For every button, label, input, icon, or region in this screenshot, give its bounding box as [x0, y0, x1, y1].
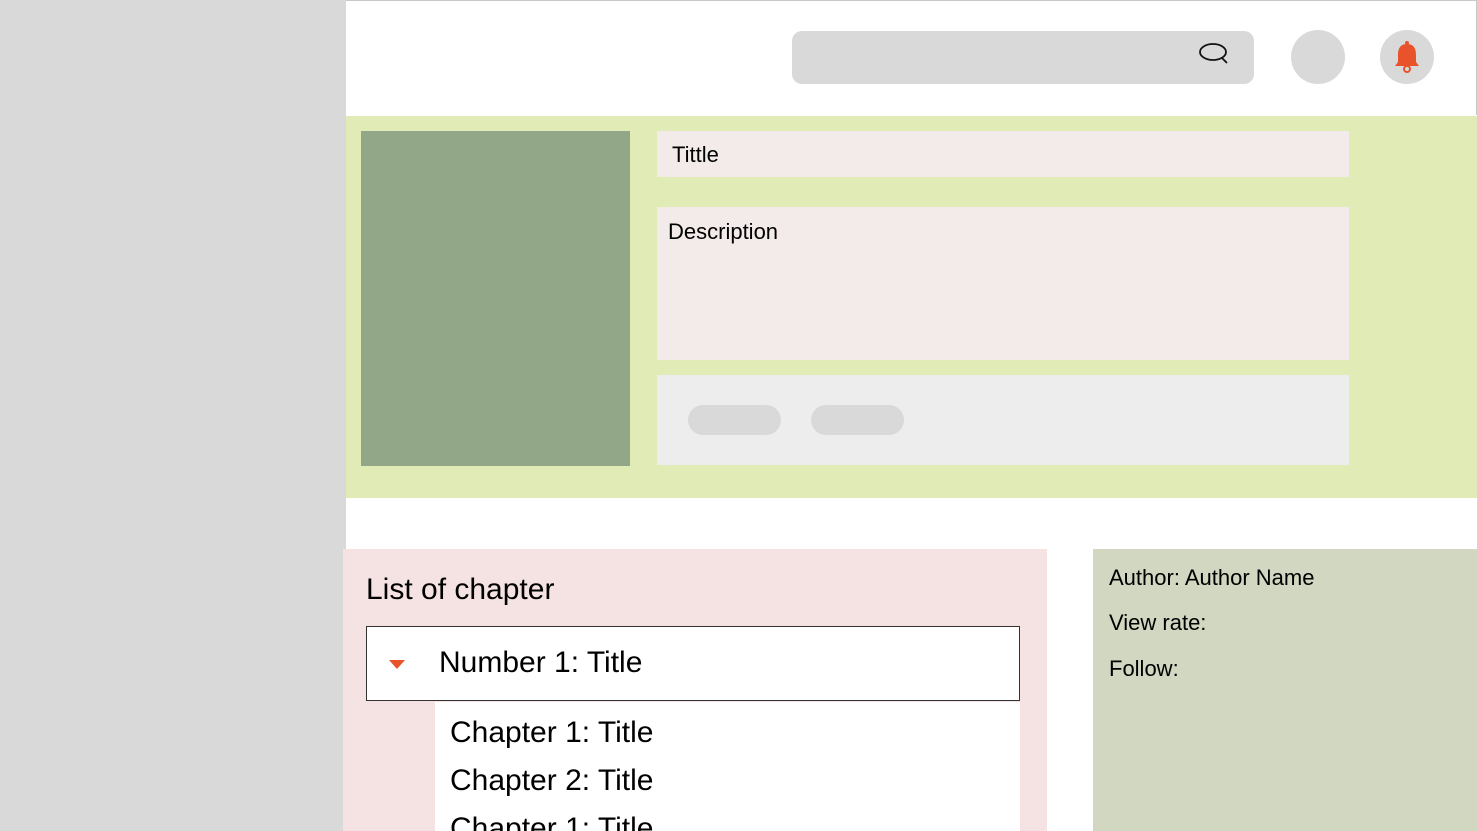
search-icon[interactable]: [1198, 42, 1230, 66]
story-description: Description: [668, 219, 779, 244]
chapter-item[interactable]: Chapter 2: Title: [450, 764, 653, 798]
chapter-list-panel: List of chapter Number 1: Title Chapter …: [343, 549, 1047, 831]
chapter-item[interactable]: Chapter 1: Title: [450, 716, 653, 750]
follow-label: Follow:: [1109, 656, 1179, 681]
chapter-list-heading: List of chapter: [366, 573, 555, 606]
title-field: Tittle: [657, 131, 1349, 177]
sidebar: [0, 0, 346, 831]
search-input[interactable]: [792, 31, 1254, 84]
action-button-1[interactable]: [688, 405, 781, 435]
cover-image: [361, 131, 630, 466]
volume-label: Number 1: Title: [439, 646, 643, 679]
story-info-panel: Author: Author Name View rate: Follow:: [1093, 549, 1477, 831]
caret-down-icon[interactable]: [389, 660, 405, 669]
notification-button[interactable]: [1380, 30, 1434, 84]
description-field: Description: [657, 207, 1349, 360]
view-rate-label: View rate:: [1109, 610, 1207, 635]
chapter-list: Chapter 1: Title Chapter 2: Title Chapte…: [435, 702, 1020, 831]
bell-icon: [1395, 41, 1419, 73]
chapter-item[interactable]: Chapter 1: Title: [450, 812, 653, 831]
volume-dropdown[interactable]: Number 1: Title: [366, 626, 1020, 701]
action-button-2[interactable]: [811, 405, 904, 435]
author-label: Author: Author Name: [1109, 565, 1315, 590]
action-bar: [657, 375, 1349, 465]
avatar[interactable]: [1291, 30, 1345, 84]
story-title: Tittle: [672, 142, 719, 167]
